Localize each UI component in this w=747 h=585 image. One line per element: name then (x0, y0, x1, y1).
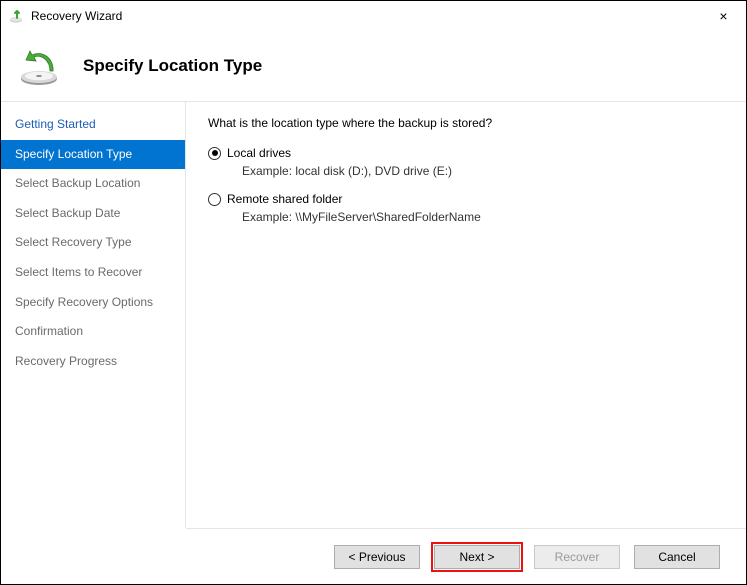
wizard-steps-sidebar: Getting Started Specify Location Type Se… (1, 102, 186, 528)
step-getting-started[interactable]: Getting Started (1, 110, 185, 140)
option-remote-shared-folder[interactable]: Remote shared folder (208, 192, 724, 206)
page-title: Specify Location Type (83, 56, 262, 76)
wizard-footer: < Previous Next > Recover Cancel (186, 528, 746, 584)
step-specify-location-type[interactable]: Specify Location Type (1, 140, 185, 170)
recovery-icon (19, 43, 65, 89)
radio-local-drives[interactable] (208, 147, 221, 160)
title-bar: Recovery Wizard × (1, 1, 746, 31)
step-recovery-progress: Recovery Progress (1, 347, 185, 377)
example-remote: Example: \\MyFileServer\SharedFolderName (242, 210, 724, 224)
option-label-remote: Remote shared folder (227, 192, 342, 206)
recover-button: Recover (534, 545, 620, 569)
prompt-text: What is the location type where the back… (208, 116, 724, 130)
wizard-header: Specify Location Type (1, 31, 746, 101)
option-local-drives[interactable]: Local drives (208, 146, 724, 160)
next-button[interactable]: Next > (434, 545, 520, 569)
step-select-recovery-type: Select Recovery Type (1, 228, 185, 258)
close-button[interactable]: × (701, 1, 746, 31)
step-confirmation: Confirmation (1, 317, 185, 347)
step-select-items-to-recover: Select Items to Recover (1, 258, 185, 288)
content-area: Getting Started Specify Location Type Se… (1, 101, 746, 528)
cancel-button[interactable]: Cancel (634, 545, 720, 569)
step-select-backup-location: Select Backup Location (1, 169, 185, 199)
radio-remote-shared[interactable] (208, 193, 221, 206)
main-panel: What is the location type where the back… (186, 102, 746, 528)
window-title: Recovery Wizard (31, 9, 701, 23)
option-label-local: Local drives (227, 146, 291, 160)
previous-button[interactable]: < Previous (334, 545, 420, 569)
example-local: Example: local disk (D:), DVD drive (E:) (242, 164, 724, 178)
step-select-backup-date: Select Backup Date (1, 199, 185, 229)
step-specify-recovery-options: Specify Recovery Options (1, 288, 185, 318)
app-icon (9, 8, 25, 24)
